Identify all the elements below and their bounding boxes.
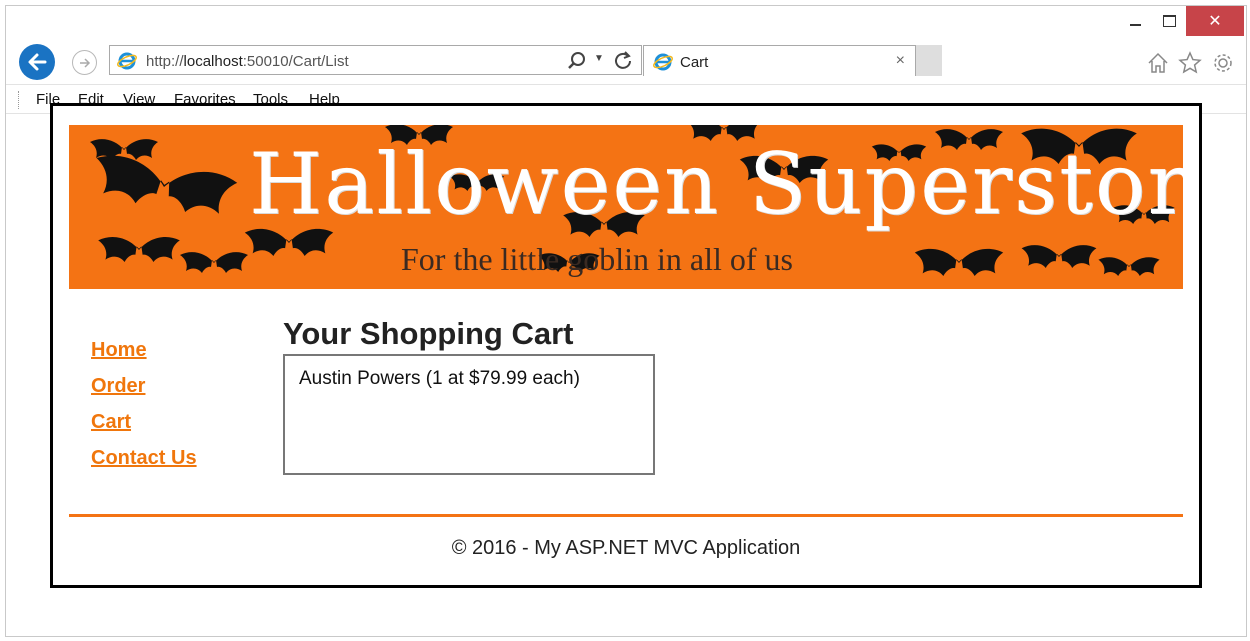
banner-title: Halloween Superstore: [249, 135, 1183, 233]
forward-button[interactable]: [72, 50, 97, 75]
bat-icon: [180, 252, 248, 273]
refresh-icon[interactable]: [612, 49, 634, 71]
minimize-button[interactable]: [1118, 6, 1152, 36]
tab-title: Cart: [680, 54, 709, 71]
banner-tagline: For the little goblin in all of us: [401, 241, 793, 277]
search-dropdown-icon[interactable]: ▼: [594, 53, 604, 64]
maximize-button[interactable]: [1152, 6, 1186, 36]
footer-copyright: © 2016 - My ASP.NET MVC Application: [451, 537, 801, 559]
side-nav: Home Order Cart Contact Us: [91, 338, 197, 482]
url-path: :50010/Cart/List: [242, 53, 349, 70]
minimize-icon: [1129, 24, 1141, 26]
back-arrow-icon: [28, 53, 47, 71]
home-icon[interactable]: [1146, 51, 1170, 75]
footer-divider: [69, 514, 1183, 517]
nav-link-order[interactable]: Order: [91, 374, 197, 399]
back-button[interactable]: [19, 44, 55, 80]
close-icon: ✕: [1208, 13, 1222, 30]
url-host: localhost: [183, 53, 243, 70]
menu-grip: [18, 91, 21, 109]
forward-arrow-icon: [79, 57, 90, 68]
ie-logo-icon: [117, 52, 137, 70]
address-url[interactable]: http://localhost:50010/Cart/List: [146, 53, 349, 70]
bat-icon: [98, 237, 180, 262]
bat-icon: [914, 248, 1004, 276]
settings-gear-icon[interactable]: [1211, 51, 1235, 75]
cart-item: Austin Powers (1 at $79.99 each): [299, 368, 580, 389]
tab-close-icon[interactable]: ×: [896, 52, 905, 70]
bat-icon: [1098, 257, 1160, 276]
bat-icon: [90, 152, 239, 221]
new-tab-button[interactable]: [916, 45, 942, 76]
close-window-button[interactable]: ✕: [1186, 6, 1244, 36]
url-scheme: http://: [146, 53, 184, 70]
bat-icon: [90, 139, 158, 160]
bat-icon: [1021, 245, 1097, 268]
site-banner: Halloween Superstore For the little gobl…: [69, 125, 1183, 289]
page-title: Your Shopping Cart: [283, 316, 574, 351]
favorites-star-icon[interactable]: [1178, 51, 1202, 75]
nav-link-cart[interactable]: Cart: [91, 410, 197, 435]
search-icon[interactable]: [567, 51, 587, 71]
nav-link-contact-us[interactable]: Contact Us: [91, 446, 197, 471]
address-bar[interactable]: http://localhost:50010/Cart/List ▼: [109, 45, 642, 75]
ie-logo-icon: [653, 53, 673, 71]
cart-items-box: Austin Powers (1 at $79.99 each): [283, 354, 655, 475]
nav-link-home[interactable]: Home: [91, 338, 197, 363]
maximize-icon: [1162, 15, 1176, 27]
web-page: Halloween Superstore For the little gobl…: [50, 103, 1202, 588]
tab-cart[interactable]: Cart ×: [643, 45, 916, 76]
